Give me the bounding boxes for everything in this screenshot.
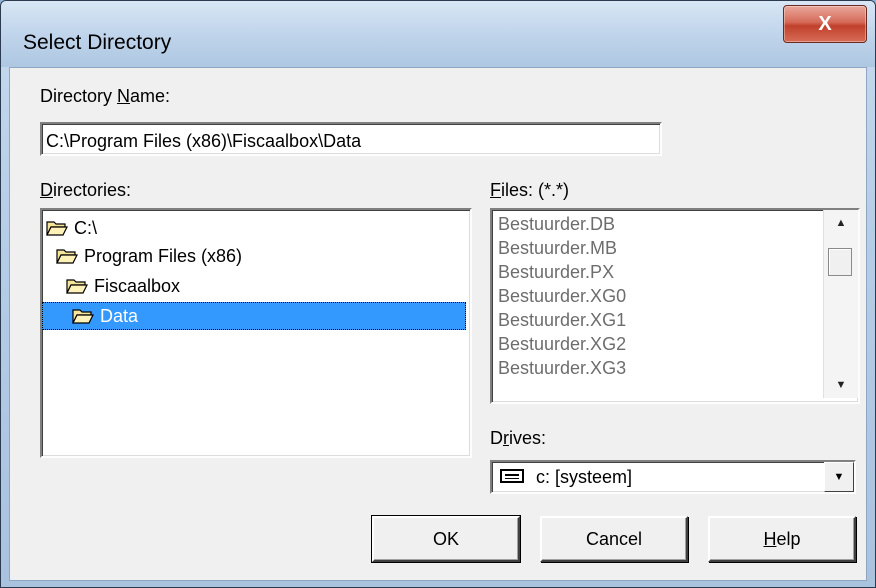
cancel-button[interactable]: Cancel (540, 516, 688, 562)
directory-item-c[interactable]: C:\ (46, 214, 97, 242)
file-item[interactable]: Bestuurder.XG2 (498, 332, 626, 356)
file-item[interactable]: Bestuurder.XG0 (498, 284, 626, 308)
open-folder-icon (66, 279, 88, 294)
directory-item-label: Program Files (x86) (84, 246, 243, 266)
file-item[interactable]: Bestuurder.XG1 (498, 308, 626, 332)
files-label: Files: (*.*) (490, 180, 570, 200)
file-item[interactable]: Bestuurder.MB (498, 236, 617, 260)
help-button[interactable]: Help (708, 516, 856, 562)
drives-label: Drives: (490, 428, 547, 448)
scrollbar-thumb[interactable] (828, 248, 852, 276)
directory-item-label: Fiscaalbox (94, 276, 181, 296)
title-bar[interactable]: Select Directory X (1, 1, 875, 67)
file-item[interactable]: Bestuurder.XG3 (498, 356, 626, 380)
directories-list[interactable]: C:\ Program Files (x86) Fiscaalbox Data (40, 208, 472, 458)
directory-item-fiscaalbox[interactable]: Fiscaalbox (66, 272, 180, 300)
select-directory-dialog: Select Directory X Directory Name: C:\Pr… (0, 0, 876, 588)
open-folder-icon (46, 221, 68, 236)
file-item[interactable]: Bestuurder.PX (498, 260, 614, 284)
directory-item-label: C:\ (74, 218, 98, 238)
directory-name-input[interactable]: C:\Program Files (x86)\Fiscaalbox\Data (40, 122, 662, 156)
dialog-body: Directory Name: C:\Program Files (x86)\F… (9, 67, 867, 581)
drives-selected-value: c: [systeem] (536, 467, 633, 487)
directories-label: Directories: (40, 180, 132, 200)
hard-drive-icon (500, 469, 524, 483)
file-item[interactable]: Bestuurder.DB (498, 212, 615, 236)
help-button-label: Help (763, 528, 801, 549)
ok-button-label: OK (432, 528, 459, 549)
scroll-up-arrow-icon[interactable]: ▲ (824, 212, 858, 234)
close-icon: X (818, 12, 832, 35)
cancel-button-label: Cancel (585, 528, 643, 549)
scroll-down-arrow-icon[interactable]: ▼ (824, 374, 858, 396)
directory-item-label: Data (100, 306, 139, 326)
directory-item-data[interactable]: Data (42, 302, 466, 330)
dropdown-arrow-icon[interactable]: ▼ (824, 462, 854, 492)
files-scrollbar[interactable]: ▲ ▼ (823, 210, 858, 398)
dialog-title: Select Directory (23, 31, 172, 54)
drives-dropdown[interactable]: c: [systeem] ▼ (490, 460, 856, 494)
open-folder-icon (72, 309, 94, 324)
open-folder-icon (56, 249, 78, 264)
directory-item-program-files[interactable]: Program Files (x86) (56, 242, 242, 270)
close-button[interactable]: X (783, 5, 867, 43)
files-list[interactable]: Bestuurder.DB Bestuurder.MB Bestuurder.P… (490, 208, 860, 404)
directory-name-label: Directory Name: (40, 86, 171, 106)
ok-button[interactable]: OK (371, 515, 521, 563)
